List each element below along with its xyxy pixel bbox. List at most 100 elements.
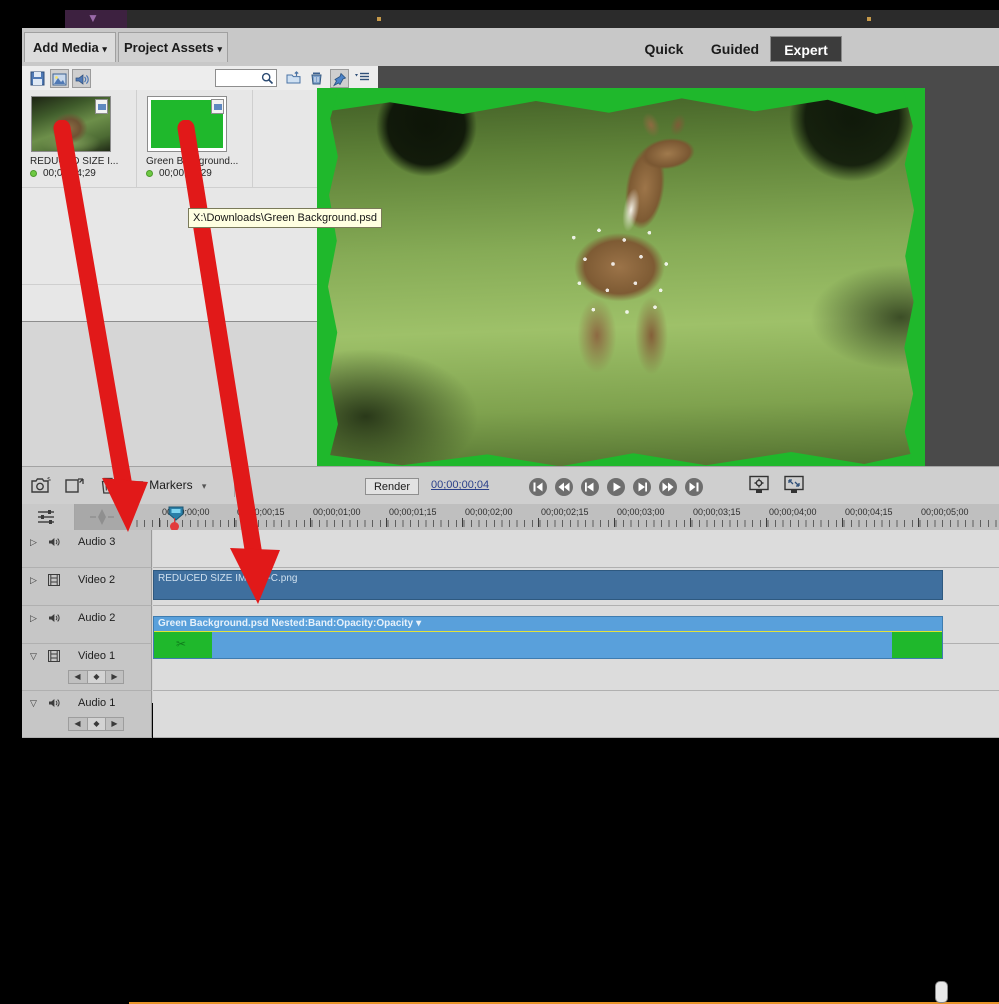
clip-label: REDUCED SIZE IMAGE-C.png <box>158 573 297 584</box>
ruler-tick-label: 00;00;00;15 <box>237 507 285 517</box>
tab-add-media[interactable]: Add Media ▾ <box>24 32 116 62</box>
logo-glyph-icon: ▼ <box>87 11 99 25</box>
track-header-audio-1[interactable]: ▽ Audio 1 ◀◆▶ <box>22 691 152 738</box>
chevron-down-icon: ▾ <box>217 44 222 54</box>
track-header-video-2[interactable]: ▷Video 2 <box>22 568 152 606</box>
tab-add-media-label: Add Media <box>33 40 99 55</box>
track-name-audio-2: Audio 2 <box>78 612 115 624</box>
transport-controls <box>528 477 718 497</box>
ruler-major-tick <box>310 518 311 527</box>
opacity-keyframe-line <box>154 631 942 632</box>
speaker-icon <box>48 535 61 553</box>
asset-item-reduced-size-image[interactable]: REDUCED SIZE I... 00;00;04;29 <box>22 90 137 187</box>
track-name-audio-3: Audio 3 <box>78 536 115 548</box>
new-folder-button[interactable] <box>284 69 303 88</box>
track-lane-audio-3[interactable] <box>153 530 999 568</box>
asset-thumbnail <box>147 96 227 152</box>
track-disclosure-audio-3[interactable]: ▷ <box>30 537 37 548</box>
keyframe-prev-button[interactable]: ◀ <box>69 671 86 683</box>
keyframe-nav-audio-1[interactable]: ◀◆▶ <box>68 717 124 731</box>
fit-screen-button[interactable] <box>783 475 807 497</box>
mode-tab-expert[interactable]: Expert <box>770 36 842 62</box>
track-header-audio-3[interactable]: ▷ Audio 3 <box>22 530 152 568</box>
ruler-tick-label: 00;00;05;00 <box>921 507 969 517</box>
clip-green-segment-right <box>892 632 942 659</box>
track-header-audio-2[interactable]: ▷ Audio 2 <box>22 606 152 644</box>
panel-menu-button[interactable] <box>353 69 372 88</box>
timeline-toolbar: ▽Markers ▾ Render 00;00;00;04 <box>22 466 999 506</box>
track-header-video-1[interactable]: ▽ Video 1 ◀◆▶ <box>22 644 152 691</box>
go-to-start-button[interactable] <box>528 477 548 497</box>
keyframe-nav-video-1[interactable]: ◀◆▶ <box>68 670 124 684</box>
track-lane-audio-1[interactable] <box>153 691 999 738</box>
ruler-tick-label: 00;00;01;15 <box>389 507 437 517</box>
clip-video2-reduced-size-image[interactable]: REDUCED SIZE IMAGE-C.png <box>153 570 943 600</box>
tool-settings-button[interactable] <box>748 475 772 497</box>
ruler-major-tick <box>918 518 919 527</box>
keyframe-next-button[interactable]: ▶ <box>106 718 123 730</box>
timeline-tracks: ▷Audio 3▷Video 2▷Audio 2▽Video 1◀◆▶▽Audi… <box>22 530 999 703</box>
keyframe-add-button[interactable]: ◆ <box>87 671 106 683</box>
go-to-end-button[interactable] <box>684 477 704 497</box>
track-disclosure-audio-2[interactable]: ▷ <box>30 613 37 624</box>
keyframe-add-button[interactable]: ◆ <box>87 718 106 730</box>
split-clip-button[interactable] <box>65 477 85 499</box>
search-input[interactable] <box>218 73 266 89</box>
ruler-major-tick <box>766 518 767 527</box>
asset-item-green-background[interactable]: Green Background... 00;00;04;29 <box>138 90 253 187</box>
chevron-down-icon: ▾ <box>416 618 421 629</box>
current-timecode[interactable]: 00;00;00;04 <box>431 479 489 491</box>
tab-project-assets-label: Project Assets <box>124 40 214 55</box>
keyframe-next-button[interactable]: ▶ <box>106 671 123 683</box>
track-settings-button[interactable] <box>36 508 56 531</box>
ruler-major-tick <box>159 518 160 527</box>
filter-project-button[interactable] <box>28 69 47 88</box>
clip-video1-green-background[interactable]: Green Background.psd Nested:Band:Opacity… <box>153 616 943 659</box>
markers-menu[interactable]: ▽Markers ▾ <box>134 478 206 492</box>
mode-tab-guided[interactable]: Guided <box>690 36 780 62</box>
search-box[interactable] <box>215 69 277 87</box>
track-name-audio-1: Audio 1 <box>78 697 115 709</box>
filmstrip-icon <box>48 573 60 591</box>
filter-image-button[interactable] <box>50 69 69 88</box>
os-title-bar: ▼ <box>65 10 999 28</box>
ruler-major-tick <box>386 518 387 527</box>
pin-button[interactable] <box>330 69 349 88</box>
app-window: ▼ Add Media ▾ Project Assets ▾ Quick Gui… <box>0 0 999 703</box>
track-disclosure-video-1[interactable]: ▽ <box>30 651 37 662</box>
markers-label: Markers <box>149 478 192 492</box>
step-forward-button[interactable] <box>632 477 652 497</box>
ruler-major-tick <box>690 518 691 527</box>
timeline-zoom-handle[interactable] <box>935 981 948 1003</box>
delete-button[interactable] <box>99 477 117 500</box>
trash-button[interactable] <box>307 69 326 88</box>
file-path-tooltip: X:\Downloads\Green Background.psd <box>188 208 382 228</box>
preview-monitor[interactable] <box>378 66 999 466</box>
fast-forward-button[interactable] <box>658 477 678 497</box>
ruler-tick-label: 00;00;01;00 <box>313 507 361 517</box>
step-back-button[interactable] <box>580 477 600 497</box>
keyframe-prev-button[interactable]: ◀ <box>69 718 86 730</box>
track-name-video-1: Video 1 <box>78 650 115 662</box>
track-disclosure-video-2[interactable]: ▷ <box>30 575 37 586</box>
ruler-tick-label: 00;00;04;15 <box>845 507 893 517</box>
asset-duration: 00;00;04;29 <box>30 168 96 179</box>
filter-audio-button[interactable] <box>72 69 91 88</box>
top-tab-bar: Add Media ▾ Project Assets ▾ Quick Guide… <box>22 28 999 67</box>
snapshot-camera-button[interactable] <box>31 477 51 499</box>
playhead-marker-icon[interactable] <box>168 506 184 521</box>
play-button[interactable] <box>606 477 626 497</box>
track-disclosure-audio-1[interactable]: ▽ <box>30 698 37 709</box>
rewind-button[interactable] <box>554 477 574 497</box>
audio-waveform-button[interactable] <box>88 508 116 531</box>
search-icon <box>261 72 274 85</box>
asset-duration: 00;00;04;29 <box>146 168 212 179</box>
preview-image-deer <box>317 88 925 470</box>
asset-thumbnail <box>31 96 111 152</box>
ruler-tick-label: 00;00;03;15 <box>693 507 741 517</box>
filmstrip-icon <box>48 649 60 667</box>
app-logo: ▼ <box>65 10 127 28</box>
render-button[interactable]: Render <box>365 478 419 495</box>
tab-project-assets[interactable]: Project Assets ▾ <box>118 32 228 62</box>
status-dot-icon <box>30 170 37 177</box>
